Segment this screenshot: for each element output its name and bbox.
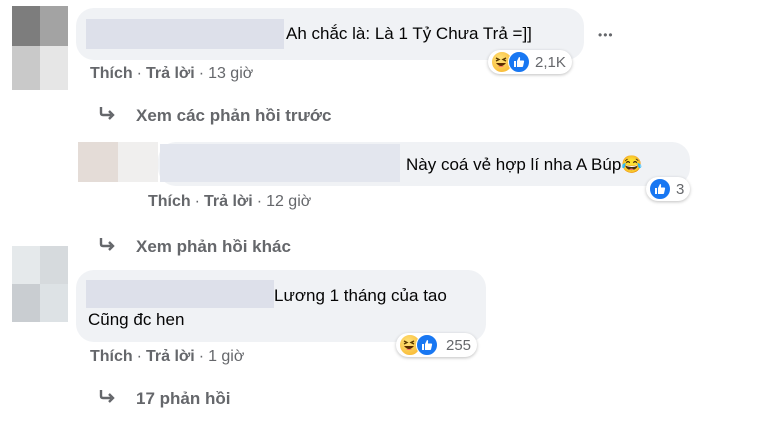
like-icon (649, 178, 671, 200)
view-more-replies-link[interactable]: Xem phản hồi khác (98, 236, 291, 257)
avatar[interactable] (12, 246, 68, 322)
view-previous-replies-label[interactable]: Xem các phản hồi trước (136, 106, 331, 126)
comment-actions: Thích · Trả lời · 13 giờ (90, 65, 253, 83)
comment-actions: Thích · Trả lời · 1 giờ (90, 348, 244, 366)
view-more-replies-label[interactable]: Xem phản hồi khác (136, 237, 291, 257)
commenter-name[interactable] (160, 144, 400, 182)
reply-link[interactable]: Trả lời (204, 193, 253, 210)
avatar[interactable] (78, 142, 158, 182)
separator: · (256, 193, 263, 210)
reaction-count: 3 (676, 180, 685, 198)
separator: · (136, 65, 142, 82)
commenter-name[interactable] (86, 19, 284, 49)
like-icon (416, 334, 438, 356)
separator: · (198, 65, 205, 82)
timestamp[interactable]: 12 giờ (266, 193, 311, 210)
separator: · (194, 193, 200, 210)
separator: · (136, 348, 142, 365)
reply-arrow-icon (98, 388, 118, 409)
separator: · (198, 348, 205, 365)
timestamp[interactable]: 13 giờ (208, 65, 253, 82)
like-icon (508, 51, 530, 73)
avatar[interactable] (12, 6, 68, 90)
view-replies-link[interactable]: 17 phản hồi (98, 388, 230, 409)
reply-arrow-icon (98, 105, 118, 126)
reply-link[interactable]: Trả lời (146, 65, 195, 82)
reaction-count: 2,1K (535, 53, 566, 71)
replies-count-label[interactable]: 17 phản hồi (136, 389, 230, 409)
like-link[interactable]: Thích (90, 65, 133, 82)
reply-arrow-icon (98, 236, 118, 257)
comment-text-line: Lương 1 tháng của tao (274, 286, 447, 305)
comment-actions: Thích · Trả lời · 12 giờ (148, 193, 311, 211)
comment-text-line: Cũng đc hen (88, 310, 185, 329)
like-link[interactable]: Thích (148, 193, 191, 210)
commenter-name[interactable] (86, 280, 274, 308)
comment-text: Này coá vẻ hợp lí nha A Búp😂 (406, 155, 643, 174)
comment-text: Ah chắc là: Là 1 Tỷ Chưa Trả =]] (286, 24, 532, 43)
reply-link[interactable]: Trả lời (146, 348, 195, 365)
reaction-count: 255 (446, 336, 472, 354)
like-link[interactable]: Thích (90, 348, 133, 365)
comment-bubble: Lương 1 tháng của tao Cũng đc hen (76, 270, 486, 342)
view-previous-replies-link[interactable]: Xem các phản hồi trước (98, 105, 331, 126)
more-options-icon[interactable]: ••• (598, 28, 614, 42)
timestamp[interactable]: 1 giờ (208, 348, 244, 365)
reaction-summary[interactable]: 255 (396, 333, 478, 357)
reaction-summary[interactable]: 2,1K (488, 50, 572, 74)
comment-bubble: Này coá vẻ hợp lí nha A Búp😂 (158, 142, 690, 186)
reaction-summary[interactable]: 3 (646, 177, 691, 201)
